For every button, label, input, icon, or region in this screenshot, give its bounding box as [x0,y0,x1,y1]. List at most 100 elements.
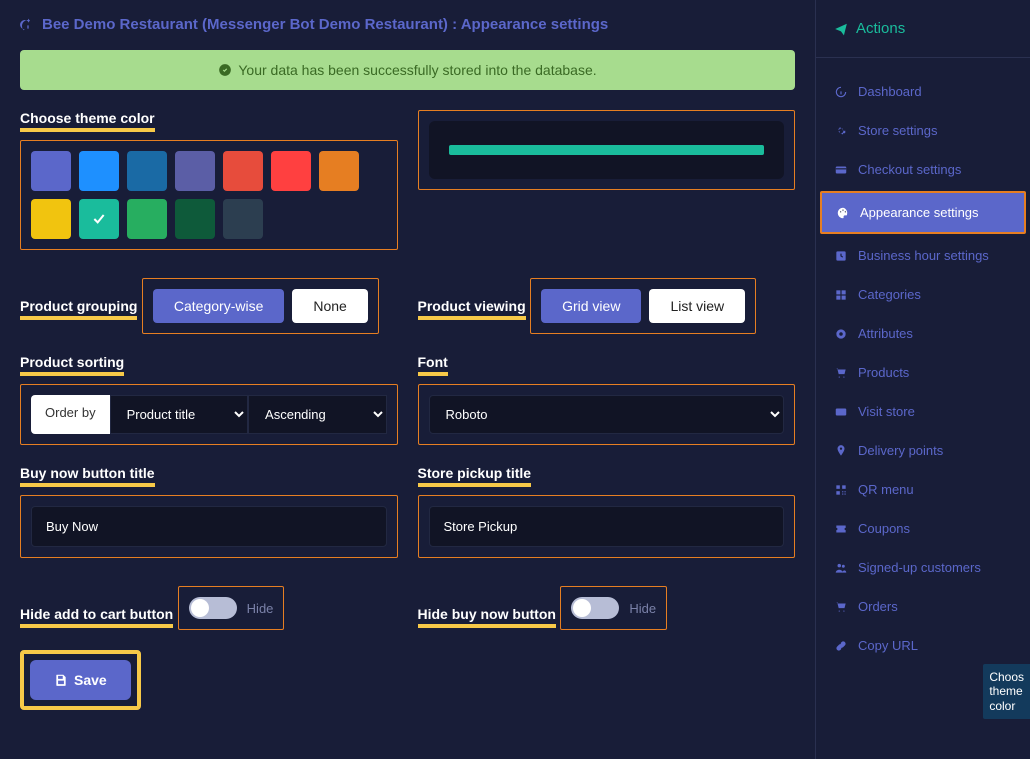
cart2-icon [834,600,848,614]
sidebar-item-appearance-settings[interactable]: Appearance settings [820,191,1026,234]
qr-icon [834,483,848,497]
theme-preview-panel [418,110,796,190]
page-header: Bee Demo Restaurant (Messenger Bot Demo … [0,0,815,50]
sidebar-item-label: QR menu [858,482,914,497]
theme-swatch-10[interactable] [175,199,215,239]
theme-swatch-8[interactable] [79,199,119,239]
sidebar-item-label: Store settings [858,123,938,138]
sidebar-item-label: Products [858,365,909,380]
sidebar-item-products[interactable]: Products [816,353,1030,392]
grouping-none-button[interactable]: None [292,289,367,323]
sidebar-item-label: Orders [858,599,898,614]
hide-buy-toggle-label: Hide [629,601,656,616]
label-store-pickup-title: Store pickup title [418,465,532,487]
sidebar-item-coupons[interactable]: Coupons [816,509,1030,548]
theme-swatch-11[interactable] [223,199,263,239]
font-select[interactable]: Roboto [429,395,785,434]
label-product-sorting: Product sorting [20,354,124,376]
sidebar-header: Actions [816,0,1030,58]
buy-now-panel [20,495,398,558]
alert-message: Your data has been successfully stored i… [238,62,596,78]
save-icon [54,673,68,687]
hide-cart-toggle[interactable] [189,597,237,619]
buy-now-input[interactable] [31,506,387,547]
label-product-grouping: Product grouping [20,298,137,320]
save-button[interactable]: Save [30,660,131,700]
sorting-panel: Order by Product title Ascending [20,384,398,445]
palette-icon [836,206,850,220]
grid-icon [834,288,848,302]
label-hide-cart: Hide add to cart button [20,606,173,628]
theme-swatch-3[interactable] [175,151,215,191]
sidebar-item-label: Dashboard [858,84,922,99]
check-circle-icon [218,63,232,77]
main-content: Bee Demo Restaurant (Messenger Bot Demo … [0,0,815,759]
sort-field-select[interactable]: Product title [110,395,248,434]
sidebar-item-label: Checkout settings [858,162,961,177]
label-theme-color: Choose theme color [20,110,155,132]
sidebar-item-categories[interactable]: Categories [816,275,1030,314]
sidebar-item-qr-menu[interactable]: QR menu [816,470,1030,509]
theme-swatch-5[interactable] [271,151,311,191]
theme-swatch-0[interactable] [31,151,71,191]
store-pickup-input[interactable] [429,506,785,547]
sidebar-item-dashboard[interactable]: Dashboard [816,72,1030,111]
viewing-grid-button[interactable]: Grid view [541,289,641,323]
sidebar-item-store-settings[interactable]: Store settings [816,111,1030,150]
preview-bar [429,121,785,179]
hide-buy-toggle[interactable] [571,597,619,619]
sidebar-item-label: Categories [858,287,921,302]
ticket-icon [834,522,848,536]
sidebar-item-label: Appearance settings [860,205,979,220]
hide-cart-panel: Hide [178,586,285,630]
paper-plane-icon [834,22,848,36]
theme-swatch-2[interactable] [127,151,167,191]
users-icon [834,561,848,575]
hide-cart-toggle-label: Hide [247,601,274,616]
sidebar: Actions Dashboard Store settings Checkout … [815,0,1030,759]
sidebar-item-label: Attributes [858,326,913,341]
sidebar-item-orders[interactable]: Orders [816,587,1030,626]
preview-line [449,145,765,155]
save-highlight: Save [20,650,141,710]
store-pickup-panel [418,495,796,558]
sort-direction-select[interactable]: Ascending [248,395,386,434]
sidebar-item-label: Signed-up customers [858,560,981,575]
theme-color-panel [20,140,398,250]
viewing-list-button[interactable]: List view [649,289,745,323]
theme-swatch-7[interactable] [31,199,71,239]
sidebar-item-business-hour-settings[interactable]: Business hour settings [816,236,1030,275]
sidebar-item-label: Delivery points [858,443,943,458]
sidebar-item-label: Coupons [858,521,910,536]
grouping-category-wise-button[interactable]: Category-wise [153,289,284,323]
tag-icon [834,327,848,341]
sidebar-item-label: Copy URL [858,638,918,653]
orderby-label: Order by [31,395,110,434]
label-buy-now-title: Buy now button title [20,465,155,487]
sidebar-item-checkout-settings[interactable]: Checkout settings [816,150,1030,189]
tooltip: Choos theme color [983,664,1030,719]
theme-swatch-6[interactable] [319,151,359,191]
cart-icon [834,366,848,380]
grouping-panel: Category-wise None [142,278,379,334]
sidebar-item-label: Visit store [858,404,915,419]
sidebar-item-label: Business hour settings [858,248,989,263]
hide-buy-panel: Hide [560,586,667,630]
card-icon [834,163,848,177]
label-font: Font [418,354,448,376]
sidebar-item-copy-url[interactable]: Copy URL [816,626,1030,665]
gauge-icon [20,18,36,34]
theme-swatch-4[interactable] [223,151,263,191]
sidebar-item-visit-store[interactable]: Visit store [816,392,1030,431]
sidebar-item-signed-up-customers[interactable]: Signed-up customers [816,548,1030,587]
gear-icon [834,124,848,138]
save-button-label: Save [74,672,107,688]
font-panel: Roboto [418,384,796,445]
theme-swatch-1[interactable] [79,151,119,191]
sidebar-item-delivery-points[interactable]: Delivery points [816,431,1030,470]
sidebar-item-attributes[interactable]: Attributes [816,314,1030,353]
link-icon [834,639,848,653]
label-hide-buy: Hide buy now button [418,606,556,628]
theme-swatch-9[interactable] [127,199,167,239]
success-alert: Your data has been successfully stored i… [20,50,795,90]
